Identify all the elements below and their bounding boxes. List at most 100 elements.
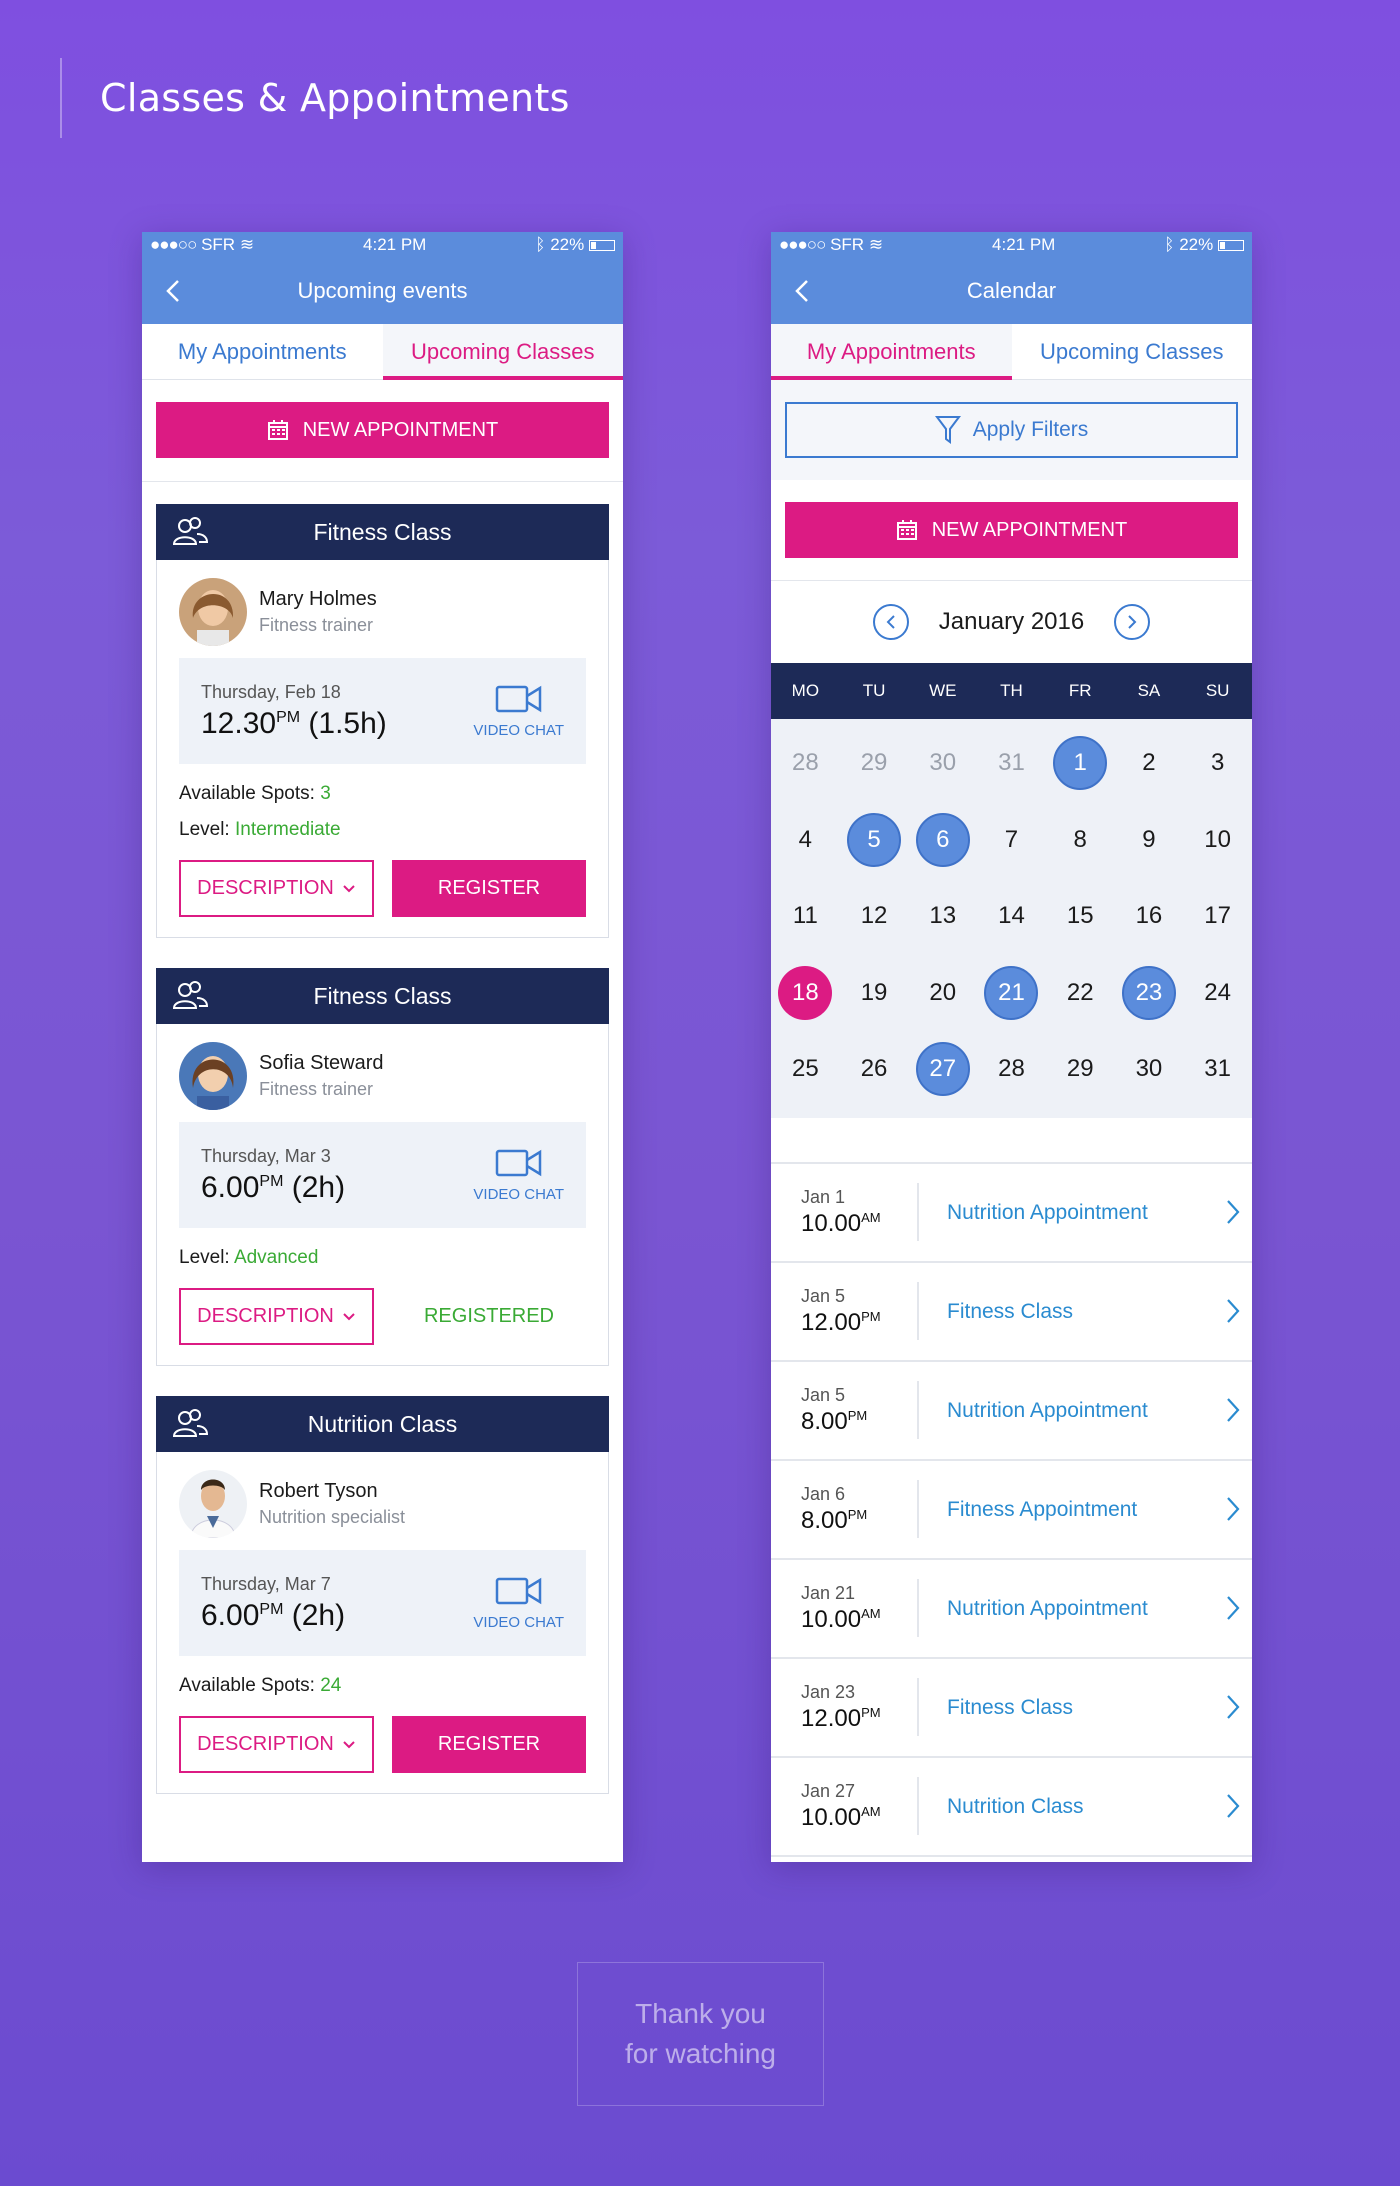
slot-time: 6.00PM (2h)	[201, 1598, 346, 1632]
calendar-day[interactable]: 29	[1046, 1031, 1115, 1108]
description-button[interactable]: DESCRIPTION	[179, 860, 374, 917]
battery-icon	[588, 240, 615, 251]
calendar-day[interactable]: 22	[1046, 955, 1115, 1032]
apply-filters-label: Apply Filters	[972, 418, 1089, 441]
description-button[interactable]: DESCRIPTION	[179, 1288, 374, 1345]
calendar-day[interactable]: 28	[977, 1031, 1046, 1108]
appointment-time: 8.00PM	[801, 1506, 868, 1534]
avatar[interactable]	[179, 1470, 247, 1538]
calendar-day[interactable]: 4	[771, 802, 840, 879]
calendar-day[interactable]: 1	[1046, 725, 1115, 802]
card-header: Nutrition Class	[156, 1396, 609, 1452]
day-number: 2	[1142, 749, 1156, 777]
calendar-day[interactable]: 20	[908, 955, 977, 1032]
chevron-left-icon	[886, 615, 895, 629]
register-button[interactable]: REGISTER	[392, 860, 586, 917]
tab-upcoming-classes[interactable]: Upcoming Classes	[382, 324, 623, 380]
calendar-day[interactable]: 10	[1183, 802, 1252, 879]
new-appointment-button[interactable]: NEW APPOINTMENT	[156, 402, 609, 458]
video-camera-icon	[495, 1149, 541, 1176]
tab-bar: My Appointments Upcoming Classes	[142, 324, 623, 380]
card-actions: DESCRIPTION REGISTER	[157, 1704, 608, 1793]
tab-my-appointments[interactable]: My Appointments	[771, 324, 1012, 380]
calendar-day[interactable]: 26	[840, 1031, 909, 1108]
day-number: 30	[929, 749, 957, 777]
appointment-row[interactable]: Jan 6 8.00PM Fitness Appointment	[771, 1461, 1252, 1560]
apply-filters-button[interactable]: Apply Filters	[785, 402, 1238, 458]
day-number: 24	[1204, 978, 1231, 1006]
avatar[interactable]	[179, 578, 247, 646]
card-title: Nutrition Class	[307, 1410, 458, 1437]
calendar-day[interactable]: 29	[840, 725, 909, 802]
calendar-day[interactable]: 25	[771, 1031, 840, 1108]
calendar-day[interactable]: 30	[1115, 1031, 1184, 1108]
register-button[interactable]: REGISTER	[392, 1716, 586, 1773]
day-number: 31	[1204, 1055, 1231, 1083]
calendar-day[interactable]: 28	[771, 725, 840, 802]
video-chat-button[interactable]: VIDEO CHAT	[473, 1576, 564, 1631]
appointment-title: Fitness Class	[947, 1299, 1074, 1323]
calendar-day[interactable]: 24	[1183, 955, 1252, 1032]
trainer-name: Sofia Steward	[259, 1052, 384, 1074]
calendar-day[interactable]: 2	[1115, 725, 1184, 802]
appointment-row[interactable]: Jan 27 10.00AM Nutrition Class	[771, 1758, 1252, 1857]
appointment-row[interactable]: Jan 1 10.00AM Nutrition Appointment	[771, 1164, 1252, 1263]
spots-row: Available Spots: 3	[179, 783, 331, 804]
calendar-day[interactable]: 17	[1183, 878, 1252, 955]
day-number: 26	[860, 1055, 888, 1083]
calendar-day[interactable]: 7	[977, 802, 1046, 879]
calendar-day[interactable]: 6	[908, 802, 977, 879]
filter-area: Apply Filters	[771, 380, 1252, 480]
calendar-day[interactable]: 16	[1115, 878, 1184, 955]
tab-my-appointments[interactable]: My Appointments	[142, 324, 383, 379]
calendar-day[interactable]: 5	[840, 802, 909, 879]
trainer-role: Nutrition specialist	[259, 1507, 406, 1527]
chevron-right-icon	[1227, 1793, 1240, 1818]
appointment-time: 10.00AM	[801, 1605, 881, 1633]
appointment-row[interactable]: Jan 23 12.00PM Fitness Class	[771, 1659, 1252, 1758]
calendar-day[interactable]: 21	[977, 955, 1046, 1032]
day-number: 1	[1053, 736, 1108, 791]
calendar-day[interactable]: 9	[1115, 802, 1184, 879]
video-chat-button[interactable]: VIDEO CHAT	[473, 1148, 564, 1203]
back-button[interactable]	[156, 274, 190, 308]
calendar-screen: ●●●○○ SFR ≋ 4:21 PM ᛒ 22% Calendar My Ap…	[771, 232, 1252, 1862]
appointment-title: Nutrition Appointment	[947, 1200, 1148, 1224]
appointment-row[interactable]: Jan 21 10.00AM Nutrition Appointment	[771, 1560, 1252, 1659]
calendar-day[interactable]: 18	[771, 955, 840, 1032]
calendar-day[interactable]: 8	[1046, 802, 1115, 879]
level-value: Advanced	[233, 1247, 319, 1268]
calendar-day[interactable]: 13	[908, 878, 977, 955]
calendar-day[interactable]: 31	[977, 725, 1046, 802]
carrier: SFR	[830, 235, 865, 254]
trainer-name: Mary Holmes	[259, 588, 377, 610]
appointment-row[interactable]: Jan 5 8.00PM Nutrition Appointment	[771, 1362, 1252, 1461]
calendar-day[interactable]: 31	[1183, 1031, 1252, 1108]
day-number: 19	[860, 978, 888, 1006]
video-chat-button[interactable]: VIDEO CHAT	[473, 684, 564, 739]
thanks-box: Thank you for watching	[577, 1962, 824, 2106]
calendar-day[interactable]: 23	[1115, 955, 1184, 1032]
back-button[interactable]	[785, 274, 819, 308]
next-month-button[interactable]	[1114, 604, 1151, 640]
appointment-row[interactable]: Jan 5 12.00PM Fitness Class	[771, 1263, 1252, 1362]
calendar-day[interactable]: 12	[840, 878, 909, 955]
prev-month-button[interactable]	[872, 604, 909, 640]
thanks-line-2: for watching	[625, 2038, 776, 2069]
class-card: Fitness Class Mary Holmes Fitness traine…	[156, 504, 609, 938]
avatar[interactable]	[179, 1042, 247, 1110]
calendar-day[interactable]: 30	[908, 725, 977, 802]
description-button[interactable]: DESCRIPTION	[179, 1716, 374, 1773]
calendar-day[interactable]: 11	[771, 878, 840, 955]
calendar-day[interactable]: 19	[840, 955, 909, 1032]
calendar-day[interactable]: 3	[1183, 725, 1252, 802]
weekday-label: WE	[929, 681, 957, 700]
nav-title: Calendar	[966, 278, 1057, 303]
calendar-day[interactable]: 15	[1046, 878, 1115, 955]
tab-upcoming-classes[interactable]: Upcoming Classes	[1012, 324, 1253, 379]
calendar-day[interactable]: 14	[977, 878, 1046, 955]
calendar-day[interactable]: 27	[908, 1031, 977, 1108]
appointment-title: Fitness Class	[947, 1695, 1074, 1719]
weekday-label: FR	[1068, 681, 1092, 700]
new-appointment-button[interactable]: NEW APPOINTMENT	[785, 502, 1238, 558]
